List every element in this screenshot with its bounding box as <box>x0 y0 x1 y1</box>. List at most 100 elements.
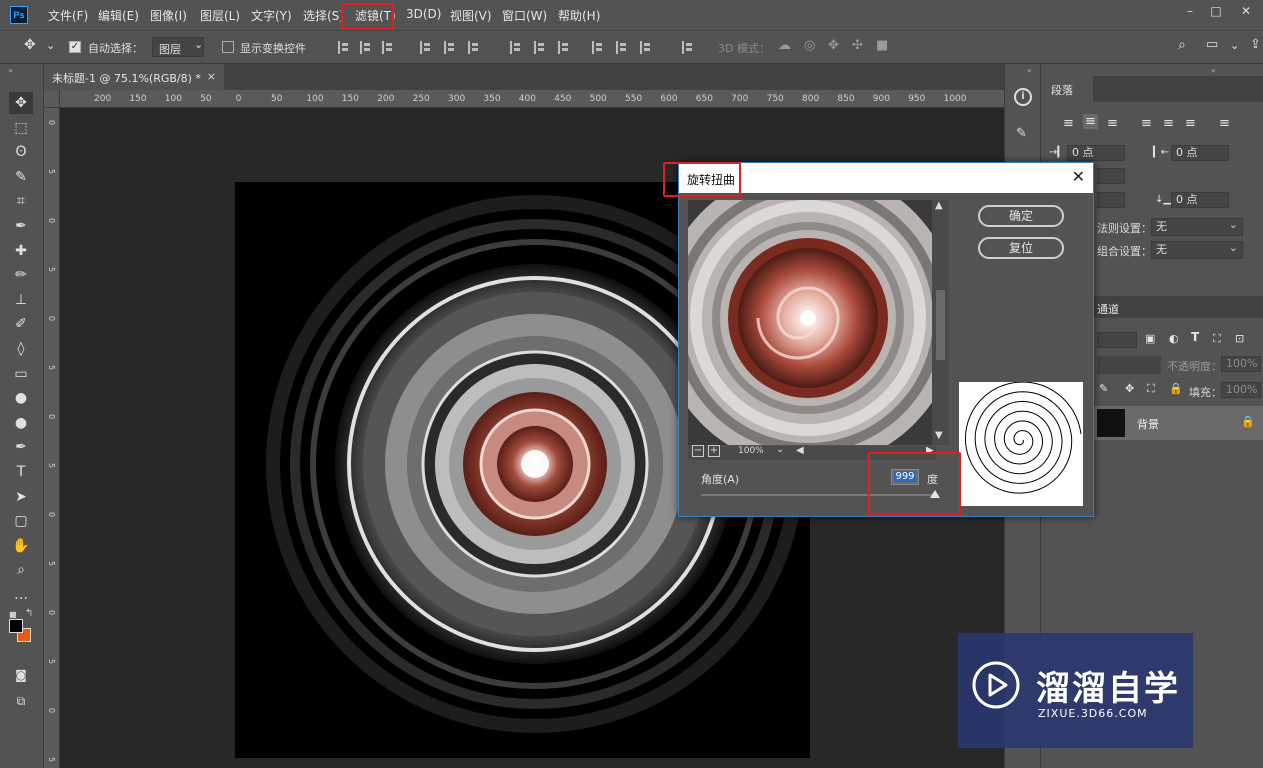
3d-slide-icon[interactable]: ✣ <box>852 38 863 53</box>
align-bottom-icon[interactable] <box>382 41 394 54</box>
swap-colors-icon[interactable]: ↰ <box>25 608 33 619</box>
share-icon[interactable]: ⇪ <box>1250 37 1261 52</box>
align-right-text-icon[interactable]: ≡ <box>1107 116 1118 131</box>
filter-image-icon[interactable]: ▣ <box>1145 332 1155 345</box>
show-transform-checkbox[interactable] <box>222 41 234 53</box>
collapse-toolbar-icon[interactable]: » <box>8 66 13 75</box>
panel-collapse-icon[interactable]: « <box>1211 66 1216 75</box>
zoom-chevron-icon[interactable]: ⌄ <box>776 444 784 455</box>
shape-tool-icon[interactable]: ▢ <box>9 510 33 532</box>
stamp-tool-icon[interactable]: ⊥ <box>9 289 33 311</box>
path-select-tool-icon[interactable]: ➤ <box>9 486 33 508</box>
lock-position-icon[interactable]: ✥ <box>1125 382 1134 395</box>
collapse-panels-icon[interactable]: « <box>1027 66 1032 75</box>
dodge-tool-icon[interactable]: ● <box>9 412 33 434</box>
workspace-chevron-icon[interactable]: ⌄ <box>1230 39 1239 52</box>
search-icon[interactable]: ⌕ <box>1178 37 1186 53</box>
distribute-right-icon[interactable] <box>640 41 652 54</box>
align-left-text-icon[interactable]: ≡ <box>1063 116 1074 131</box>
justify-right-icon[interactable]: ≡ <box>1185 116 1196 131</box>
align-center-text-icon[interactable]: ≡ <box>1083 114 1098 129</box>
workspace-icon[interactable]: ▭ <box>1206 37 1218 52</box>
menu-view[interactable]: 视图(V) <box>450 7 492 24</box>
default-colors-icon[interactable]: ■ <box>9 610 17 619</box>
type-tool-icon[interactable]: T <box>9 461 33 483</box>
layer-row-background[interactable]: 背景 🔒 <box>1093 406 1263 440</box>
screen-mode-icon[interactable]: ⧉ <box>9 690 33 712</box>
menu-filter[interactable]: 滤镜(T) <box>355 7 396 24</box>
zoom-out-button[interactable]: − <box>692 445 704 457</box>
scroll-left-icon[interactable]: ◀ <box>796 445 804 456</box>
ruler-origin[interactable] <box>44 90 60 108</box>
menu-file[interactable]: 文件(F) <box>48 7 88 24</box>
scroll-down-icon[interactable]: ▼ <box>935 430 943 441</box>
lock-artboard-icon[interactable]: ⛶ <box>1147 382 1155 396</box>
menu-type[interactable]: 文字(Y) <box>251 7 292 24</box>
layer-filter-field[interactable] <box>1097 332 1137 348</box>
composer-select[interactable]: 无 <box>1151 240 1243 259</box>
3d-scale-icon[interactable]: ■ <box>876 38 888 53</box>
move-tool-icon[interactable]: ✥ <box>9 92 33 114</box>
angle-slider-thumb[interactable] <box>930 490 940 498</box>
auto-align-icon[interactable] <box>682 41 694 54</box>
distribute-bottom-icon[interactable] <box>558 41 570 54</box>
quick-mask-icon[interactable]: ◙ <box>9 664 33 686</box>
menu-help[interactable]: 帮助(H) <box>558 7 600 24</box>
menu-image[interactable]: 图像(I) <box>150 7 187 24</box>
lock-pixels-icon[interactable]: ✎ <box>1099 382 1108 395</box>
blend-mode-select[interactable] <box>1097 356 1161 374</box>
preview-vertical-scrollbar[interactable]: ▲ ▼ <box>932 200 949 445</box>
scroll-right-icon[interactable]: ▶ <box>926 445 934 456</box>
zoom-in-button[interactable]: + <box>708 445 720 457</box>
first-line-field[interactable] <box>1097 168 1125 184</box>
align-right-icon[interactable] <box>468 41 480 54</box>
eyedropper-tool-icon[interactable]: ✒ <box>9 215 33 237</box>
brush-tool-icon[interactable]: ✏ <box>9 264 33 286</box>
channels-tab-label[interactable]: 通道 <box>1097 301 1119 317</box>
menu-layer[interactable]: 图层(L) <box>200 7 240 24</box>
filter-smart-icon[interactable]: ⊡ <box>1235 332 1244 345</box>
align-left-icon[interactable] <box>420 41 432 54</box>
hyphenation-select[interactable]: 无 <box>1151 217 1243 236</box>
marquee-tool-icon[interactable]: ⬚ <box>9 117 33 139</box>
align-vcenter-icon[interactable] <box>360 41 372 54</box>
fill-field[interactable]: 100% <box>1221 382 1261 398</box>
history-brush-tool-icon[interactable]: ✐ <box>9 313 33 335</box>
distribute-top-icon[interactable] <box>510 41 522 54</box>
ok-button[interactable]: 确定 <box>978 205 1064 227</box>
angle-input[interactable]: 999 <box>891 469 919 485</box>
info-icon[interactable]: i <box>1014 88 1032 106</box>
reset-button[interactable]: 复位 <box>978 237 1064 259</box>
distribute-left-icon[interactable] <box>592 41 604 54</box>
3d-roll-icon[interactable]: ◎ <box>804 38 815 53</box>
align-top-icon[interactable] <box>338 41 350 54</box>
filter-type-icon[interactable]: T <box>1191 330 1199 344</box>
justify-left-icon[interactable]: ≡ <box>1141 116 1152 131</box>
distribute-vcenter-icon[interactable] <box>534 41 546 54</box>
close-tab-icon[interactable]: × <box>207 70 216 83</box>
lasso-tool-icon[interactable]: ʘ <box>9 141 33 163</box>
lock-all-icon[interactable]: 🔒 <box>1169 382 1183 395</box>
scroll-thumb[interactable] <box>936 290 945 360</box>
hand-tool-icon[interactable]: ✋ <box>9 535 33 557</box>
filter-adjust-icon[interactable]: ◐ <box>1169 332 1179 345</box>
maximize-icon[interactable]: □ <box>1209 4 1223 18</box>
space-after-field[interactable]: 0 点 <box>1171 192 1229 208</box>
pen-tool-icon[interactable]: ✒ <box>9 436 33 458</box>
filter-preview[interactable] <box>688 200 936 445</box>
dialog-close-icon[interactable]: ✕ <box>1072 167 1085 186</box>
move-tool-icon[interactable]: ✥ <box>24 37 36 53</box>
menu-3d[interactable]: 3D(D) <box>406 7 441 21</box>
space-before-field[interactable] <box>1097 192 1125 208</box>
3d-orbit-icon[interactable]: ☁ <box>778 38 791 53</box>
menu-select[interactable]: 选择(S) <box>303 7 344 24</box>
auto-select-checkbox[interactable]: ✓ <box>69 41 81 53</box>
brush-settings-icon[interactable]: ✎ <box>1016 126 1027 141</box>
more-tool-icon[interactable]: … <box>9 584 33 606</box>
distribute-hcenter-icon[interactable] <box>616 41 628 54</box>
menu-edit[interactable]: 编辑(E) <box>98 7 139 24</box>
justify-all-icon[interactable]: ≡ <box>1219 116 1230 131</box>
crop-tool-icon[interactable]: ⌗ <box>9 190 33 212</box>
healing-tool-icon[interactable]: ✚ <box>9 240 33 262</box>
indent-left-field[interactable]: 0 点 <box>1067 145 1125 161</box>
